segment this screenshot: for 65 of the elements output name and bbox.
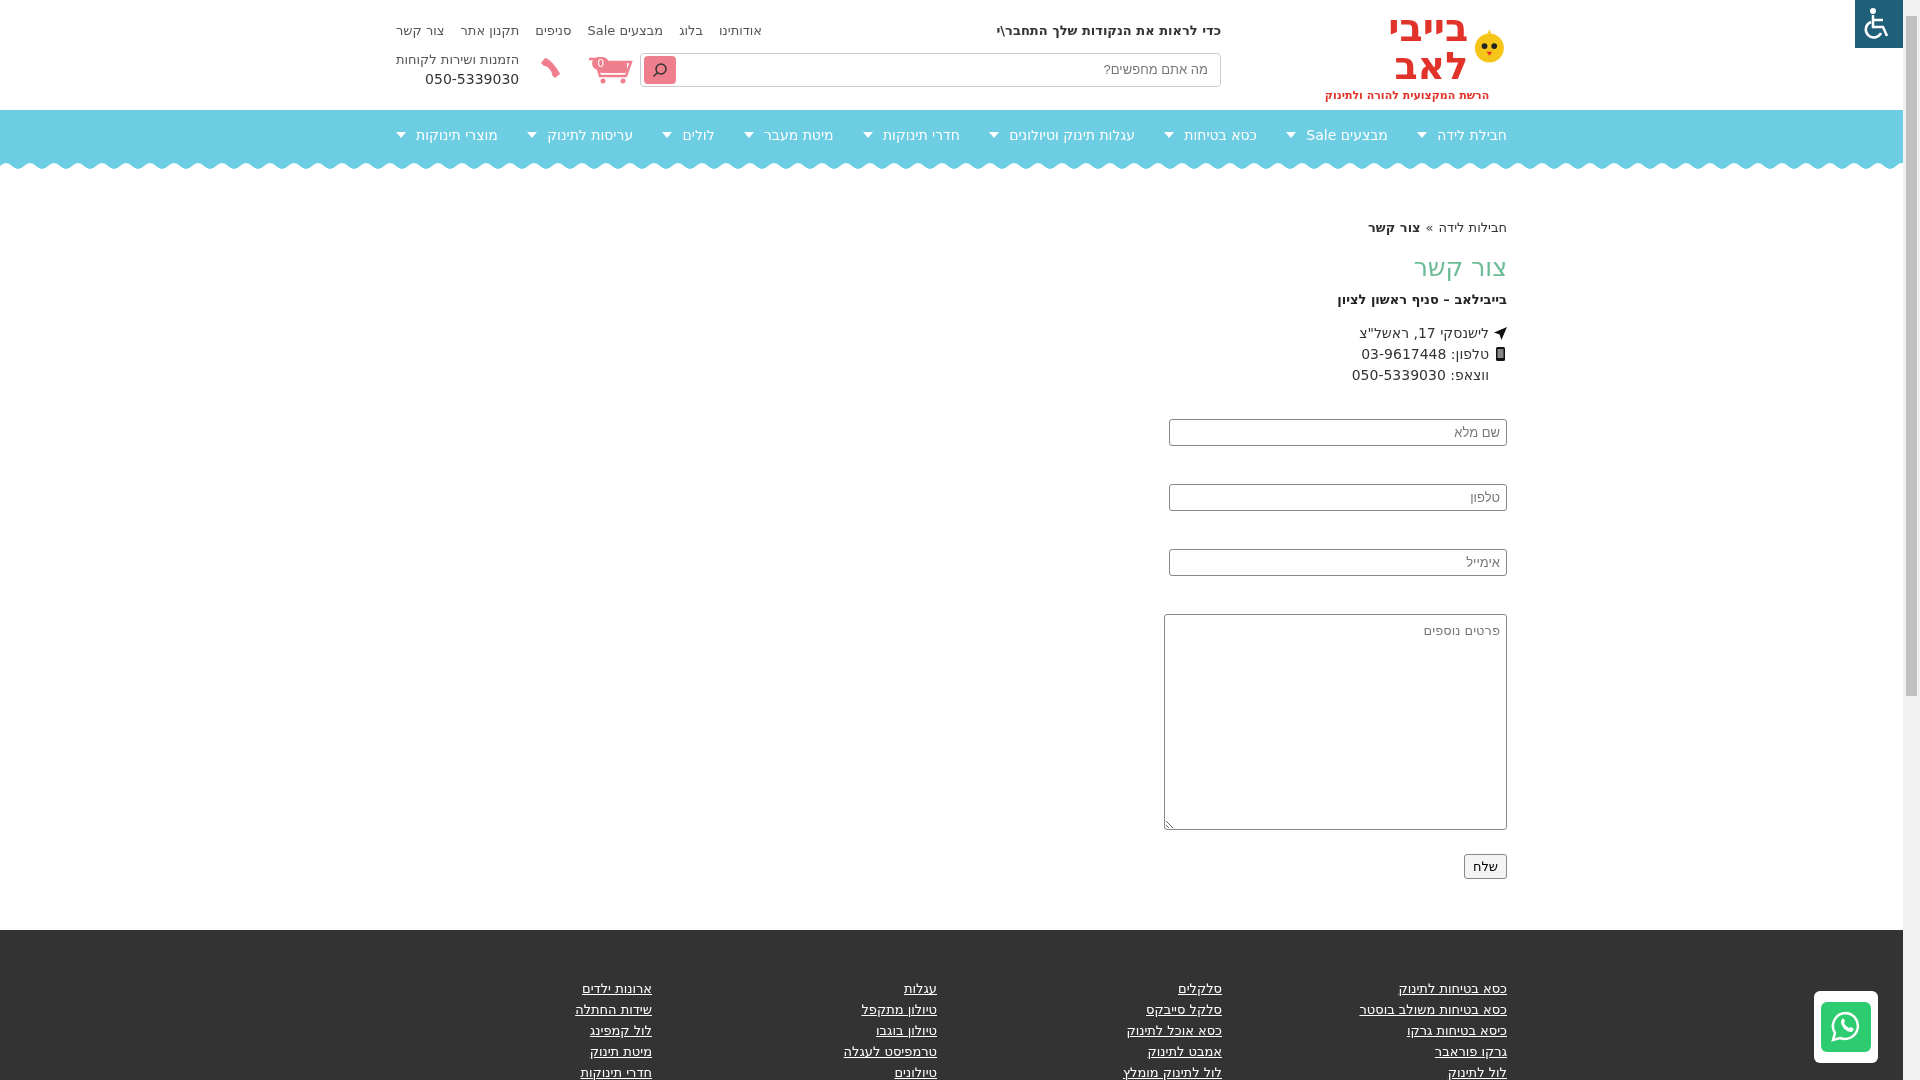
breadcrumb-separator: »: [1425, 220, 1434, 235]
caret-icon: [662, 132, 673, 138]
footer-link[interactable]: לול לתינוק מומלץ: [1123, 1064, 1222, 1080]
scrollbar-thumb[interactable]: [1906, 16, 1917, 696]
footer-link[interactable]: סלקל סייבקס: [1146, 1001, 1222, 1018]
breadcrumb-link[interactable]: צור קשר: [1368, 220, 1421, 235]
text-input-field[interactable]: אימייל: [1169, 549, 1507, 576]
text-input-field[interactable]: שם מלא: [1169, 419, 1507, 446]
chat-bubble-phone-icon: [1821, 1002, 1871, 1052]
whatsapp-button[interactable]: [1814, 991, 1878, 1063]
search-button[interactable]: [644, 55, 676, 84]
caret-icon: [396, 132, 407, 138]
breadcrumb-link[interactable]: חבילות לידה: [1438, 220, 1507, 235]
message-text-area[interactable]: פרטים נוספים: [1164, 614, 1507, 830]
page-title: צור קשר: [1412, 253, 1507, 282]
top-link[interactable]: אודותינו: [719, 23, 763, 38]
top-link[interactable]: בלוג: [679, 23, 703, 38]
support-label: הזמנות ושירות לקוחות: [396, 52, 520, 67]
logo-tagline: הרשת המקצועית להורה ולתינוק: [1324, 88, 1490, 102]
top-link[interactable]: צור קשר: [396, 23, 445, 38]
top-link[interactable]: סניפים: [535, 23, 572, 38]
footer-link[interactable]: כסא אוכל לתינוק: [1126, 1022, 1222, 1039]
footer-link[interactable]: טיולון מתקפל: [861, 1001, 937, 1018]
footer-link[interactable]: כסא בטיחות משולב בוסטר: [1359, 1001, 1507, 1018]
footer-link[interactable]: לול לתינוק: [1447, 1064, 1507, 1080]
caret-icon: [1164, 132, 1175, 138]
search-icon: [652, 61, 668, 78]
footer-link[interactable]: טיולונים: [894, 1064, 937, 1080]
footer-link[interactable]: טרמפיסט לעגלה: [843, 1043, 937, 1060]
caret-icon: [527, 132, 538, 138]
caret-icon: [743, 132, 754, 138]
send-button[interactable]: שלח: [1463, 854, 1507, 879]
support-phone[interactable]: 050-5339030: [396, 71, 520, 87]
search-field[interactable]: מה אתם מחפשים?: [640, 52, 1221, 87]
footer-link[interactable]: גרקו פוראבר: [1434, 1043, 1507, 1060]
cart-count: 0: [592, 56, 610, 70]
footer-link[interactable]: כיסא בטיחות גרקו: [1406, 1022, 1507, 1039]
footer-link[interactable]: אמבט לתינוק: [1147, 1043, 1222, 1060]
top-link[interactable]: תקנון אתר: [460, 23, 520, 38]
chick-mascot-icon: [1472, 28, 1507, 65]
caret-icon: [1417, 132, 1428, 138]
caret-icon: [989, 132, 1000, 138]
contact-detail: טלפון: 03-9617448: [1361, 346, 1489, 362]
accessibility-button[interactable]: [1855, 0, 1903, 48]
scrollbar[interactable]: [1903, 0, 1920, 1080]
caret-icon: [862, 132, 873, 138]
contact-detail: לישנסקי 17, ראשל"צ: [1359, 325, 1489, 341]
footer-link[interactable]: עגלות: [904, 980, 937, 997]
footer-link[interactable]: חדרי תינוקות: [580, 1064, 652, 1080]
mobile-phone-icon: [1495, 347, 1505, 361]
caret-icon: [1286, 132, 1297, 138]
login-prompt[interactable]: כדי לראות את הנקודות שלך התחבר\י: [996, 23, 1221, 38]
footer-link[interactable]: כסא בטיחות לתינוק: [1398, 980, 1507, 997]
branch-name: בייבילאב – סניף ראשון לציון: [1336, 292, 1507, 307]
location-arrow-icon: [1493, 326, 1507, 340]
contact-detail: ווצאפ: 050-5339030: [1351, 367, 1489, 383]
footer-link[interactable]: שידות החתלה: [575, 1001, 652, 1018]
footer-link[interactable]: מיטת תינוק: [589, 1043, 652, 1060]
footer-link[interactable]: ארונות ילדים: [582, 980, 652, 997]
footer-link[interactable]: לול קמפינג: [589, 1022, 652, 1039]
logo-wordmark[interactable]: בייבי לאב: [1307, 8, 1469, 85]
footer-link[interactable]: סלקלים: [1178, 980, 1222, 997]
footer-link[interactable]: טיולון בוגבו: [876, 1022, 937, 1039]
top-link[interactable]: מבצעים Sale: [587, 23, 664, 38]
text-input-field[interactable]: טלפון: [1169, 484, 1507, 511]
